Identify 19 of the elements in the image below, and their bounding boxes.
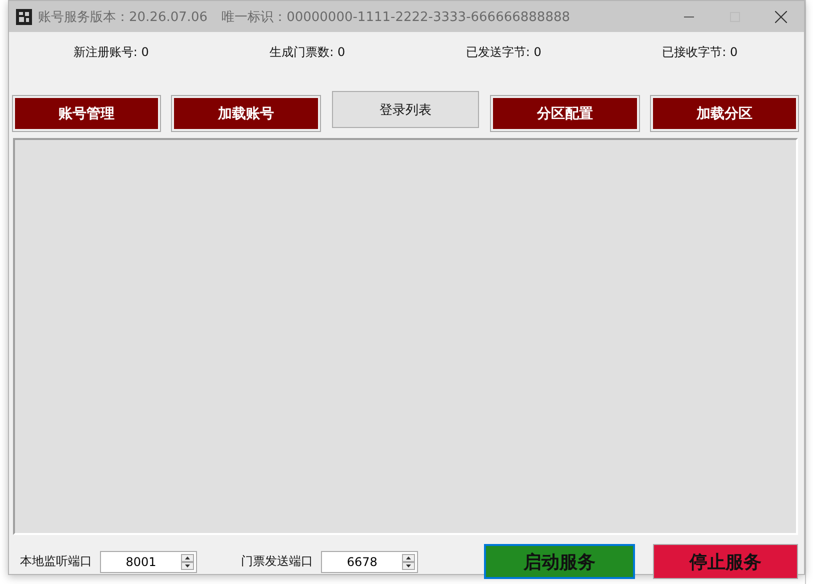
- action-button[interactable]: 账号管理: [13, 96, 160, 131]
- window-identifier: 唯一标识：00000000-1111-2222-3333-666666888888: [222, 8, 570, 26]
- stat-label: 已接收字节: 0: [662, 44, 738, 61]
- window-title: 账号服务版本：20.26.07.06: [38, 8, 208, 26]
- port-spinbox[interactable]: 8001: [100, 550, 198, 572]
- action-button[interactable]: 加载分区: [650, 96, 798, 131]
- app-icon: [16, 8, 32, 24]
- close-icon: [775, 10, 787, 22]
- service-button[interactable]: 启动服务: [484, 544, 635, 579]
- service-button[interactable]: 停止服务: [652, 544, 798, 579]
- port-label: 门票发送端口: [241, 553, 314, 570]
- action-button[interactable]: 加载账号: [172, 96, 320, 131]
- port-label: 本地监听端口: [20, 553, 92, 570]
- port-spinbox[interactable]: 6678: [321, 550, 418, 572]
- stat-label: 生成门票数: 0: [270, 44, 346, 61]
- action-button[interactable]: 分区配置: [491, 96, 639, 131]
- stat-label: 已发送字节: 0: [466, 44, 542, 61]
- stat-label: 新注册账号: 0: [73, 44, 149, 61]
- action-button[interactable]: 登录列表: [332, 91, 480, 128]
